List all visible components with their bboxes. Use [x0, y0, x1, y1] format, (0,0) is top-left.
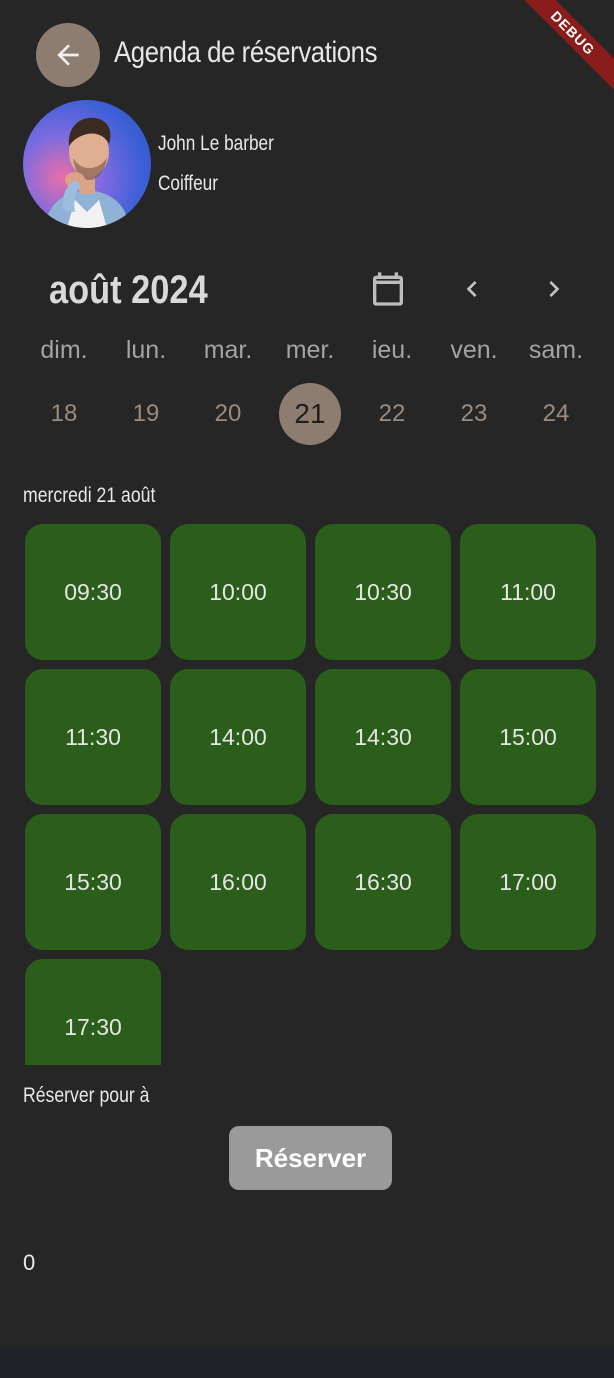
weekday-label: mer. — [285, 336, 335, 364]
time-slot[interactable]: 16:30 — [315, 814, 451, 950]
time-slot[interactable]: 11:30 — [25, 669, 161, 805]
day-number: 19 — [132, 400, 160, 427]
time-slot[interactable]: 14:00 — [170, 669, 306, 805]
day-number: 18 — [50, 400, 78, 427]
time-slot[interactable]: 10:00 — [170, 524, 306, 660]
previous-week-button[interactable] — [456, 272, 488, 306]
next-week-button[interactable] — [538, 272, 570, 306]
day-cell[interactable]: 18 — [23, 383, 105, 445]
arrow-left-icon — [57, 44, 79, 66]
reserve-button[interactable]: Réserver — [229, 1126, 392, 1190]
barber-role: Coiffeur — [158, 172, 218, 195]
time-slot[interactable]: 10:30 — [315, 524, 451, 660]
weekday-label: ven. — [450, 336, 498, 364]
back-button[interactable] — [36, 23, 100, 87]
day-number: 20 — [214, 400, 242, 427]
day-number: 24 — [542, 400, 570, 427]
weekday-label: dim. — [40, 336, 88, 364]
counter-value: 0 — [23, 1250, 36, 1275]
week-days: 18 19 20 21 22 23 24 — [23, 383, 597, 445]
chevron-left-icon — [466, 281, 477, 297]
barber-photo — [45, 117, 129, 228]
day-cell[interactable]: 20 — [187, 383, 269, 445]
time-slot[interactable]: 17:30 — [25, 959, 161, 1065]
time-slot[interactable]: 15:30 — [25, 814, 161, 950]
time-slot[interactable]: 14:30 — [315, 669, 451, 805]
chevron-right-icon — [549, 281, 560, 297]
weekday-label: ieu. — [371, 336, 413, 364]
day-number: 21 — [279, 383, 341, 445]
day-number: 22 — [378, 400, 406, 427]
debug-banner: DEBUG — [504, 0, 614, 110]
selected-date-label: mercredi 21 août — [23, 484, 156, 507]
time-slot[interactable]: 11:00 — [460, 524, 596, 660]
time-slot[interactable]: 09:30 — [25, 524, 161, 660]
weekday-label: sam. — [528, 336, 584, 364]
month-title: août 2024 — [49, 268, 208, 312]
weekday-label: mar. — [203, 336, 253, 364]
system-navigation-bar — [0, 1348, 614, 1378]
time-slot[interactable]: 16:00 — [170, 814, 306, 950]
reserve-for-text: Réserver pour à — [23, 1084, 150, 1107]
day-number: 23 — [460, 400, 488, 427]
time-slot[interactable]: 17:00 — [460, 814, 596, 950]
day-cell[interactable]: 22 — [351, 383, 433, 445]
page-title: Agenda de réservations — [114, 36, 378, 69]
day-cell[interactable]: 19 — [105, 383, 187, 445]
time-slot[interactable]: 15:00 — [460, 669, 596, 805]
avatar — [23, 100, 151, 228]
weekday-label: lun. — [125, 336, 167, 364]
weekday-header: dim. lun. mar. mer. ieu. ven. sam. — [23, 336, 597, 365]
time-slots-list[interactable]: 09:30 10:00 10:30 11:00 11:30 14:00 14:3… — [23, 524, 597, 1065]
calendar-icon[interactable] — [368, 269, 408, 309]
barber-name: John Le barber — [158, 132, 274, 155]
debug-label: DEBUG — [512, 0, 614, 94]
day-cell[interactable]: 23 — [433, 383, 515, 445]
day-cell[interactable]: 24 — [515, 383, 597, 445]
day-cell-selected[interactable]: 21 — [269, 383, 351, 445]
